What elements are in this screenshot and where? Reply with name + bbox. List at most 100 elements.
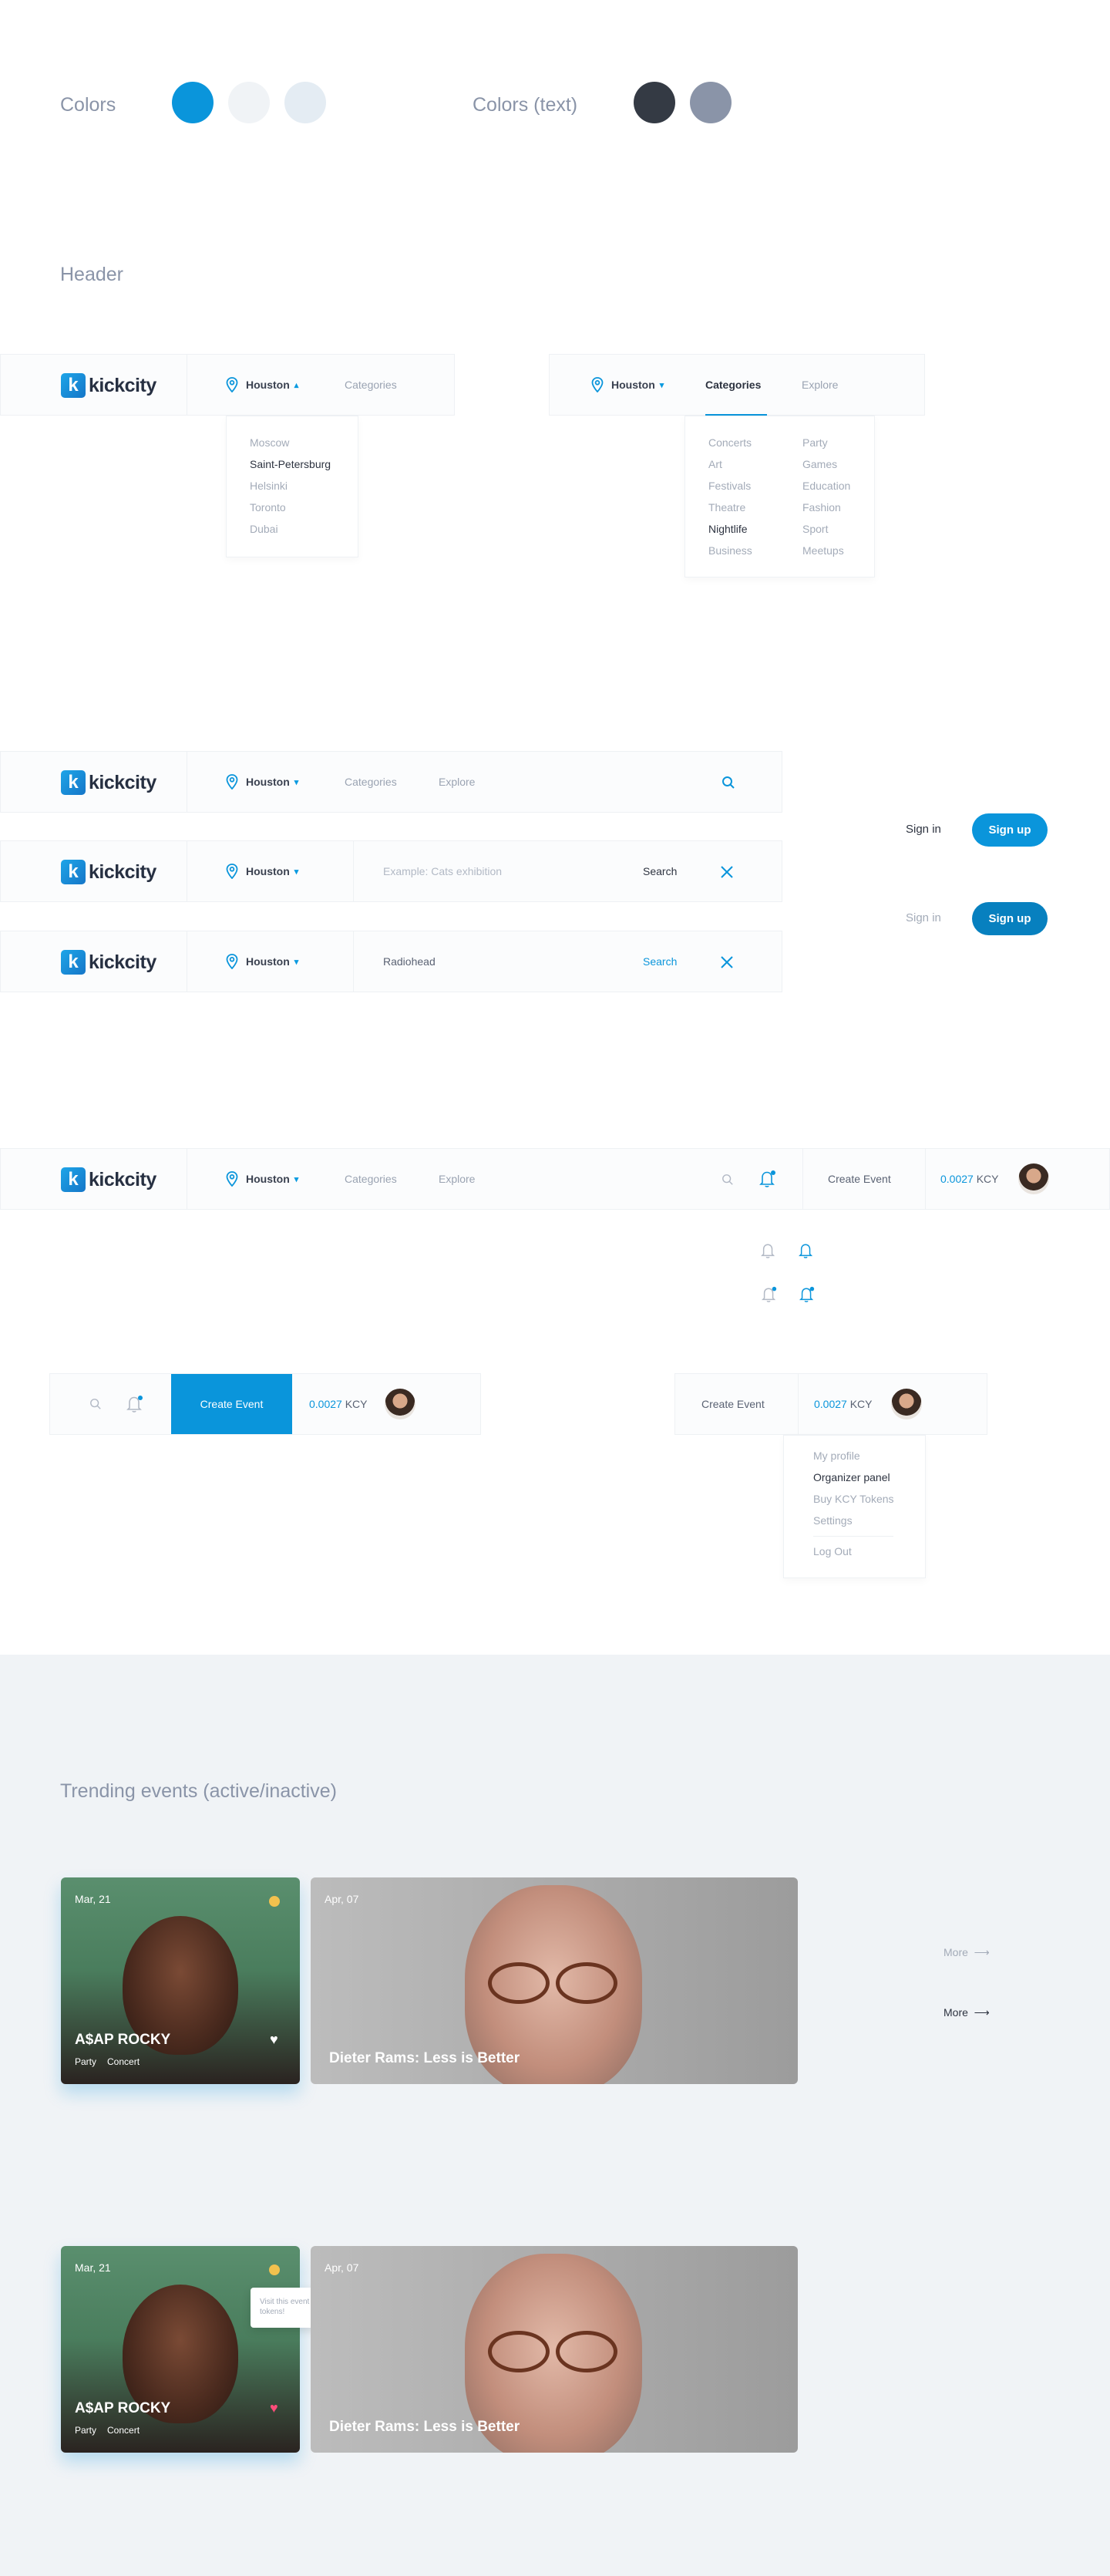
token-icon[interactable]	[269, 2265, 280, 2275]
close-icon[interactable]	[719, 955, 735, 970]
nav-explore[interactable]: Explore	[439, 1149, 475, 1209]
logo[interactable]: k kickcity	[61, 950, 156, 975]
glasses-left	[488, 1962, 550, 2004]
nav-categories[interactable]: Categories	[345, 355, 397, 415]
heart-icon[interactable]: ♥	[270, 2032, 278, 2048]
bell-notification-icon[interactable]	[759, 1170, 776, 1188]
location-pin-icon	[591, 377, 604, 392]
search-button[interactable]: Search	[643, 841, 677, 901]
logo-text: kickcity	[89, 860, 156, 883]
city-option[interactable]: Helsinki	[250, 480, 288, 492]
bell-icon-inactive	[761, 1244, 775, 1258]
logo-mark: k	[61, 950, 86, 975]
profile-menu-item[interactable]: Organizer panel	[813, 1471, 890, 1483]
city-option[interactable]: Moscow	[250, 436, 289, 449]
search-input[interactable]: Example: Cats exhibition	[383, 841, 502, 901]
category-option[interactable]: Theatre	[708, 501, 745, 514]
category-option[interactable]: Concerts	[708, 436, 752, 449]
bell-notification-icon[interactable]	[126, 1395, 143, 1413]
avatar[interactable]	[891, 1389, 922, 1419]
category-option[interactable]: Art	[708, 458, 722, 470]
event-date: Mar, 21	[75, 2261, 111, 2274]
category-option[interactable]: Party	[802, 436, 828, 449]
heart-icon-liked[interactable]: ♥	[270, 2400, 278, 2416]
logo[interactable]: k kickcity	[61, 770, 156, 795]
event-card-inactive[interactable]: Apr, 07 Dieter Rams: Less is Better	[311, 2246, 798, 2453]
city-label: Houston	[611, 379, 655, 391]
city-selector[interactable]: Houston ▴	[226, 355, 298, 415]
nav-explore[interactable]: Explore	[802, 355, 838, 415]
nav-explore[interactable]: Explore	[439, 752, 475, 812]
balance-value: 0.0027	[309, 1398, 342, 1410]
token-icon[interactable]	[269, 1896, 280, 1907]
event-date: Mar, 21	[75, 1893, 111, 1905]
profile-menu-item[interactable]: Buy KCY Tokens	[813, 1493, 894, 1505]
city-option[interactable]: Saint-Petersburg	[250, 458, 331, 470]
category-option[interactable]: Education	[802, 480, 850, 492]
search-icon[interactable]	[722, 1174, 734, 1186]
avatar[interactable]	[1018, 1163, 1049, 1194]
logo-mark: k	[61, 373, 86, 398]
event-tags: Party Concert	[75, 2056, 150, 2067]
search-button[interactable]: Search	[643, 931, 677, 992]
category-option[interactable]: Business	[708, 544, 752, 557]
city-selector[interactable]: Houston ▾	[591, 355, 664, 415]
chevron-down-icon: ▾	[659, 380, 664, 390]
city-option[interactable]: Toronto	[250, 501, 286, 514]
close-icon[interactable]	[719, 864, 735, 880]
color-swatch-light1	[228, 82, 270, 123]
city-selector[interactable]: Houston ▾	[226, 752, 298, 812]
category-option[interactable]: Fashion	[802, 501, 841, 514]
glasses-left	[488, 2331, 550, 2372]
logo-text: kickcity	[89, 951, 156, 973]
header-city-open: k kickcity Houston ▴ Categories	[0, 354, 455, 416]
city-option[interactable]: Dubai	[250, 523, 278, 535]
logo[interactable]: k kickcity	[61, 860, 156, 884]
create-event-button[interactable]: Create Event	[171, 1374, 292, 1434]
chevron-up-icon: ▴	[294, 380, 299, 390]
profile-menu-item[interactable]: My profile	[813, 1450, 860, 1462]
balance-unit: KCY	[849, 1398, 873, 1410]
logo[interactable]: k kickcity	[61, 373, 156, 398]
sign-up-button-hover[interactable]: Sign up	[972, 902, 1048, 935]
more-link-inactive[interactable]: More ⟶	[944, 1946, 990, 1959]
sign-in-link[interactable]: Sign in	[906, 911, 941, 924]
search-icon[interactable]	[89, 1398, 102, 1410]
logo[interactable]: k kickcity	[61, 1167, 156, 1192]
nav-categories[interactable]: Categories	[705, 355, 761, 415]
header-actions-create-hover: Create Event 0.0027 KCY	[49, 1373, 481, 1435]
sign-in-link[interactable]: Sign in	[906, 823, 941, 836]
search-icon[interactable]	[722, 776, 735, 790]
event-card-active[interactable]: Mar, 21 A$AP ROCKY Party Concert ♥	[61, 1877, 300, 2084]
avatar[interactable]	[385, 1389, 415, 1419]
sign-up-button[interactable]: Sign up	[972, 813, 1048, 847]
create-event-link[interactable]: Create Event	[701, 1374, 765, 1434]
create-event-link[interactable]: Create Event	[828, 1149, 891, 1209]
search-input[interactable]: Radiohead	[383, 931, 436, 992]
category-option[interactable]: Meetups	[802, 544, 844, 557]
category-option[interactable]: Nightlife	[708, 523, 748, 535]
city-label: Houston	[246, 865, 290, 877]
event-tag: Party	[75, 2425, 97, 2436]
category-option[interactable]: Festivals	[708, 480, 751, 492]
nav-categories[interactable]: Categories	[345, 752, 397, 812]
city-label: Houston	[246, 379, 290, 391]
event-tag: Concert	[107, 2056, 140, 2067]
event-card-active[interactable]: Mar, 21 A$AP ROCKY Party Concert ♥	[61, 2246, 300, 2453]
chevron-down-icon: ▾	[294, 957, 299, 967]
nav-categories[interactable]: Categories	[345, 1149, 397, 1209]
balance-unit: KCY	[345, 1398, 368, 1410]
more-link-active[interactable]: More ⟶	[944, 2006, 990, 2019]
logout-menu-item[interactable]: Log Out	[813, 1545, 852, 1557]
event-card-inactive[interactable]: Apr, 07 Dieter Rams: Less is Better	[311, 1877, 798, 2084]
logo-mark: k	[61, 860, 86, 884]
category-option[interactable]: Sport	[802, 523, 828, 535]
header-logged-in: k kickcity Houston ▾ Categories Explore Cr…	[0, 1148, 1110, 1210]
color-swatch-text-gray	[690, 82, 732, 123]
city-selector[interactable]: Houston ▾	[226, 841, 298, 901]
city-selector[interactable]: Houston ▾	[226, 1149, 298, 1209]
profile-menu-item[interactable]: Settings	[813, 1514, 853, 1527]
category-option[interactable]: Games	[802, 458, 837, 470]
trending-title: Trending events (active/inactive)	[60, 1780, 337, 1802]
city-selector[interactable]: Houston ▾	[226, 931, 298, 992]
